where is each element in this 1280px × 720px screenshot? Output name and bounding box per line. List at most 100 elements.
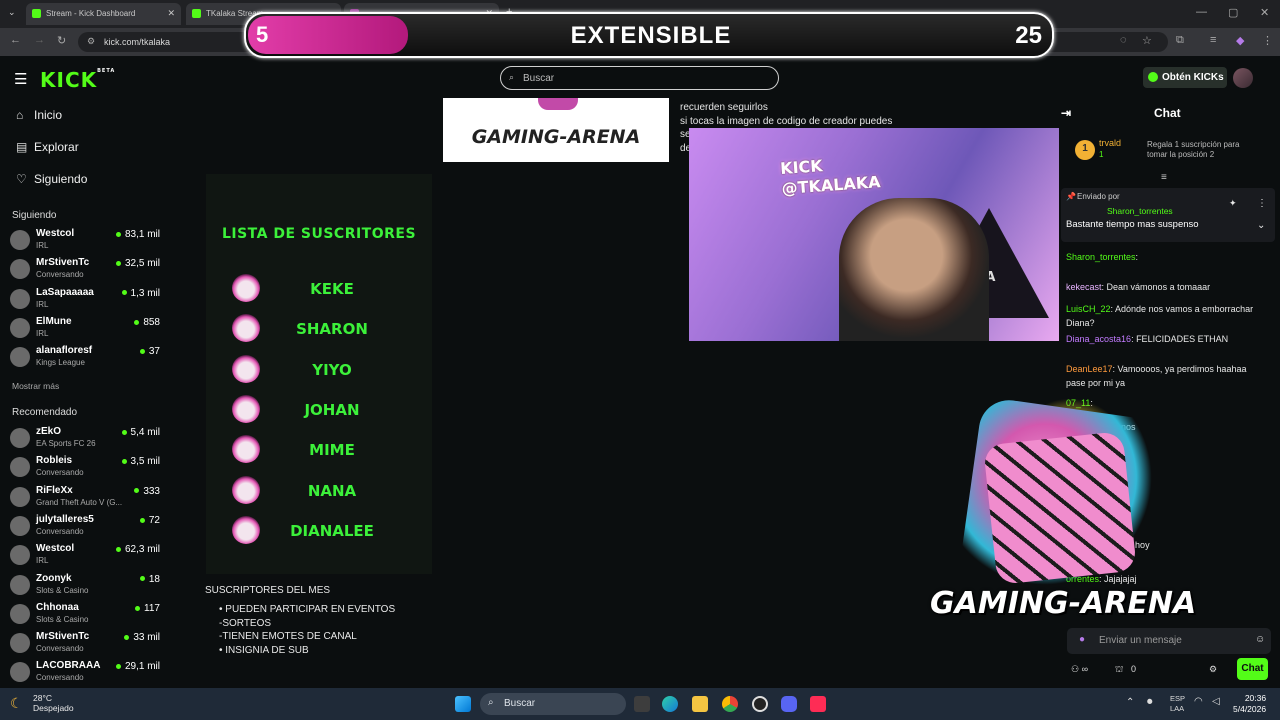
kick-header: ☰ KICKBETA ⌕ Buscar Obtén KICKs (0, 56, 1280, 100)
volume-icon[interactable]: ◁ (1212, 696, 1220, 707)
search-icon: ⌕ (488, 697, 494, 708)
edge-icon[interactable] (662, 696, 678, 712)
channel-item[interactable]: zEkO EA Sports FC 26 5,4 mil (10, 426, 160, 454)
more-options-icon[interactable]: ⋮ (1257, 198, 1267, 209)
taskbar-clock[interactable]: 20:36 5/4/2026 (1233, 693, 1266, 715)
nav-label: Inicio (34, 108, 63, 122)
channel-avatar (10, 230, 30, 250)
compass-icon: ▤ (16, 140, 28, 154)
chrome-icon[interactable] (722, 696, 738, 712)
file-explorer-icon[interactable] (692, 696, 708, 712)
wifi-icon[interactable]: ◠ (1194, 696, 1203, 707)
language-indicator[interactable]: ESP LAA (1170, 694, 1185, 714)
viewer-count: 117 (135, 603, 160, 614)
task-view-icon[interactable] (634, 696, 650, 712)
channel-item[interactable]: ElMune IRL 858 (10, 316, 160, 344)
following-heading: Siguiendo (12, 210, 57, 221)
menu-dots-icon[interactable]: ⋮ (1262, 34, 1273, 47)
forward-icon[interactable]: → (34, 34, 45, 46)
taskbar-search[interactable]: ⌕ Buscar (480, 693, 626, 715)
channel-item[interactable]: MrStivenTc Conversando 32,5 mil (10, 257, 160, 285)
channel-item[interactable]: RiFleXx Grand Theft Auto V (G... 333 (10, 485, 160, 513)
start-icon[interactable] (455, 696, 471, 712)
chat-username[interactable]: LuisCH_22 (1066, 304, 1111, 314)
chat-username[interactable]: Diana_acosta16 (1066, 334, 1131, 344)
media-icon[interactable]: ≡ (1210, 34, 1216, 46)
discord-icon[interactable] (781, 696, 797, 712)
chat-message[interactable]: DeanLee17: Vamoooos, ya perdimos haahaa … (1066, 362, 1266, 390)
settings-gear-icon[interactable]: ⚙ (1209, 664, 1217, 675)
top-gifter[interactable]: 1 trvald 1 Regala 1 suscripción para tom… (1075, 138, 1275, 168)
expand-icon[interactable]: ⌄ (1257, 220, 1265, 231)
weather-icon[interactable]: ☾ (10, 695, 23, 712)
chat-username[interactable]: Sharon_torrentes (1066, 252, 1136, 262)
site-info-icon[interactable]: ⚙ (87, 36, 95, 47)
close-icon[interactable]: ✕ (167, 8, 175, 19)
channel-item[interactable]: julytalleres5 Conversando 72 (10, 514, 160, 542)
tab-search-icon[interactable]: ⌄ (8, 7, 16, 18)
chat-username[interactable]: kekecast (1066, 282, 1102, 292)
users-icon[interactable]: ⚇ ∞ (1071, 664, 1088, 674)
search-placeholder: Buscar (523, 73, 555, 84)
subscriber-list-panel[interactable]: LISTA DE SUSCRITORES KEKE SHARON YIYO JOHAN… (206, 174, 432, 574)
tab-kick-dashboard[interactable]: Stream - Kick Dashboard ✕ (26, 3, 181, 25)
extensions-icon[interactable]: ⧉ (1176, 34, 1184, 47)
obs-icon[interactable] (752, 696, 768, 712)
channel-category: Slots & Casino (36, 585, 89, 595)
pin-toggle-icon[interactable]: ✦ (1229, 198, 1237, 209)
channel-item[interactable]: MrStivenTc Conversando 33 mil (10, 631, 160, 659)
reload-icon[interactable]: ↻ (57, 34, 66, 47)
channel-item[interactable]: Westcol IRL 62,3 mil (10, 543, 160, 571)
gaming-arena-banner[interactable]: GAMING-ARENA (443, 98, 669, 162)
sub-month-info: SUSCRIPTORES DEL MES • PUEDEN PARTICIPAR… (205, 584, 395, 657)
window-close-icon[interactable]: ✕ (1260, 6, 1269, 19)
minimize-icon[interactable]: — (1196, 6, 1207, 18)
sub-month-title: SUSCRIPTORES DEL MES (205, 585, 331, 596)
chat-header: ⇥ Chat (1059, 100, 1280, 124)
channel-item[interactable]: Westcol IRL 83,1 mil (10, 228, 160, 256)
viewer-count: 3,5 mil (122, 456, 160, 467)
nav-explorar[interactable]: ▤ Explorar (16, 140, 79, 154)
collapse-chat-icon[interactable]: ⇥ (1061, 106, 1071, 120)
get-kicks-button[interactable]: Obtén KICKs (1143, 67, 1227, 88)
kick-logo[interactable]: KICKBETA (40, 68, 115, 92)
weather-widget[interactable]: 28°C Despejado (33, 693, 74, 713)
channel-name: LaSapaaaaa (36, 286, 94, 298)
maximize-icon[interactable]: ▢ (1228, 6, 1238, 19)
nav-label: Siguiendo (34, 172, 88, 186)
gift-icon[interactable]: ⛫ (1115, 664, 1123, 676)
profile-icon[interactable]: ◆ (1236, 34, 1244, 47)
user-avatar[interactable] (1233, 68, 1253, 88)
tray-chevron-icon[interactable]: ⌃ (1126, 697, 1134, 708)
channel-item[interactable]: LaSapaaaaa IRL 1,3 mil (10, 287, 160, 315)
pinned-message[interactable]: 📌 Enviado por Sharon_torrentes Bastante … (1061, 188, 1275, 242)
tiktok-icon[interactable] (810, 696, 826, 712)
filter-icon[interactable]: ≡ (1161, 172, 1167, 183)
sub-perk: • INSIGNIA DE SUB (219, 644, 309, 656)
back-icon[interactable]: ← (10, 34, 21, 46)
chat-message[interactable]: kekecast: Dean vámonos a tomaaar (1066, 280, 1266, 294)
hamburger-menu-icon[interactable]: ☰ (14, 70, 27, 88)
search-input[interactable]: ⌕ Buscar (500, 66, 779, 90)
channel-item[interactable]: Zoonyk Slots & Casino 18 (10, 573, 160, 601)
nav-siguiendo[interactable]: ♡ Siguiendo (16, 172, 87, 186)
viewer-count: 83,1 mil (116, 229, 160, 240)
logo-text: KICK (40, 68, 98, 92)
lang-line1: ESP (1170, 694, 1186, 703)
chat-message[interactable]: Diana_acosta16: FELICIDADES ETHAN (1066, 332, 1266, 346)
bookmark-star-icon[interactable]: ☆ (1142, 34, 1152, 47)
emoji-icon[interactable]: ☺ (1255, 634, 1265, 645)
channel-item[interactable]: LACOBRAAA Conversando 29,1 mil (10, 660, 160, 688)
eye-off-icon[interactable]: ◌ (1120, 34, 1127, 46)
show-more-link[interactable]: Mostrar más (12, 381, 59, 391)
pinned-text: Bastante tiempo mas suspenso (1066, 219, 1199, 230)
channel-item[interactable]: Chhonaa Slots & Casino 117 (10, 602, 160, 630)
send-chat-button[interactable]: Chat (1237, 658, 1268, 680)
chat-message[interactable]: Sharon_torrentes: (1066, 250, 1266, 264)
channel-item[interactable]: Robleis Conversando 3,5 mil (10, 455, 160, 483)
chat-message[interactable]: LuisCH_22: Adónde nos vamos a emborracha… (1066, 302, 1266, 330)
chat-username[interactable]: DeanLee17 (1066, 364, 1113, 374)
channel-item[interactable]: alanafloresf Kings League 37 (10, 345, 160, 373)
nav-inicio[interactable]: ⌂ Inicio (16, 108, 62, 122)
mic-tray-icon[interactable]: ⏺ (1147, 696, 1153, 709)
